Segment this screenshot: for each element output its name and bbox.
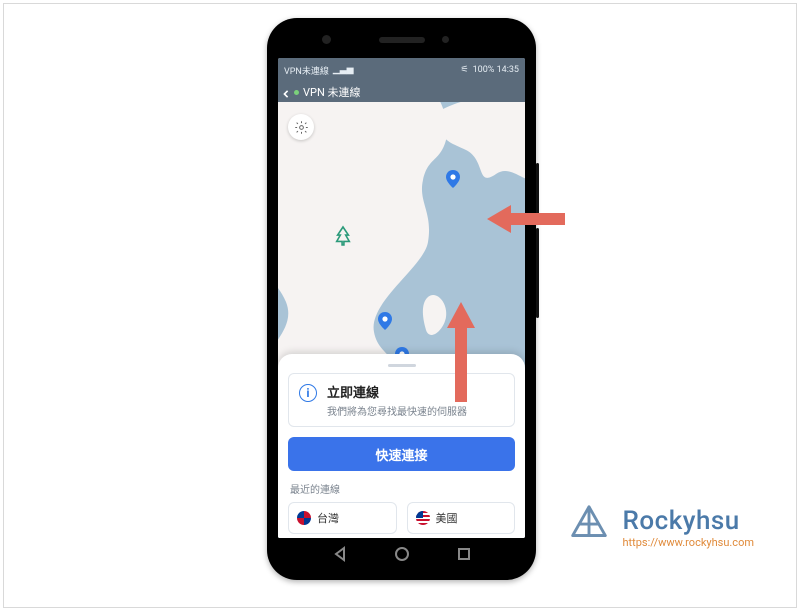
header-title: VPN 未連線 bbox=[303, 84, 361, 100]
watermark: Rockyhsu https://www.rockyhsu.com bbox=[565, 501, 755, 553]
annotation-arrow-up bbox=[441, 302, 481, 402]
nav-recent-button[interactable] bbox=[456, 546, 472, 562]
map-pin[interactable] bbox=[378, 312, 392, 330]
status-left-text: VPN未連線 bbox=[284, 64, 329, 77]
app-header: VPN 未連線 bbox=[278, 82, 525, 102]
phone-frame: VPN未連線 ▁▃▅ ⚟ 100% 14:35 VPN 未連線 bbox=[267, 18, 536, 580]
map-view[interactable]: i 立即連線 我們將為您尋找最快速的伺服器 快速連接 最近的連線 台灣 美 bbox=[278, 102, 525, 538]
info-icon: i bbox=[299, 384, 317, 402]
chevron-left-icon[interactable] bbox=[282, 88, 290, 96]
country-label: 台灣 bbox=[317, 510, 339, 526]
gear-icon bbox=[294, 120, 309, 135]
watermark-logo-icon bbox=[565, 501, 613, 553]
map-pin[interactable] bbox=[446, 170, 460, 188]
country-label: 美國 bbox=[436, 510, 458, 526]
status-right-text: 100% 14:35 bbox=[473, 65, 519, 75]
phone-speaker bbox=[379, 37, 425, 43]
phone-sensor bbox=[442, 36, 449, 43]
quick-connect-button[interactable]: 快速連接 bbox=[288, 437, 515, 471]
phone-camera bbox=[322, 35, 331, 44]
flag-tw-icon bbox=[297, 511, 311, 525]
country-item-tw[interactable]: 台灣 bbox=[288, 502, 397, 534]
country-item-us[interactable]: 美國 bbox=[407, 502, 516, 534]
watermark-name: Rockyhsu bbox=[623, 506, 755, 536]
signal-icon: ▁▃▅ bbox=[333, 65, 354, 75]
nav-back-button[interactable] bbox=[332, 546, 348, 562]
watermark-url: https://www.rockyhsu.com bbox=[623, 536, 755, 549]
nav-home-button[interactable] bbox=[394, 546, 410, 562]
status-bar: VPN未連線 ▁▃▅ ⚟ 100% 14:35 bbox=[278, 58, 525, 82]
phone-screen: VPN未連線 ▁▃▅ ⚟ 100% 14:35 VPN 未連線 bbox=[278, 58, 525, 538]
flag-us-icon bbox=[416, 511, 430, 525]
tree-icon bbox=[334, 225, 352, 251]
connect-card-subtitle: 我們將為您尋找最快速的伺服器 bbox=[327, 403, 467, 418]
android-nav-bar bbox=[278, 539, 525, 569]
bottom-sheet: i 立即連線 我們將為您尋找最快速的伺服器 快速連接 最近的連線 台灣 美 bbox=[278, 354, 525, 538]
settings-button[interactable] bbox=[288, 114, 314, 140]
recent-label: 最近的連線 bbox=[290, 481, 513, 496]
country-row: 台灣 美國 bbox=[288, 502, 515, 534]
annotation-arrow-left bbox=[487, 199, 565, 239]
sheet-handle[interactable] bbox=[388, 364, 416, 367]
wifi-icon: ⚟ bbox=[461, 65, 469, 75]
status-dot bbox=[294, 90, 299, 95]
